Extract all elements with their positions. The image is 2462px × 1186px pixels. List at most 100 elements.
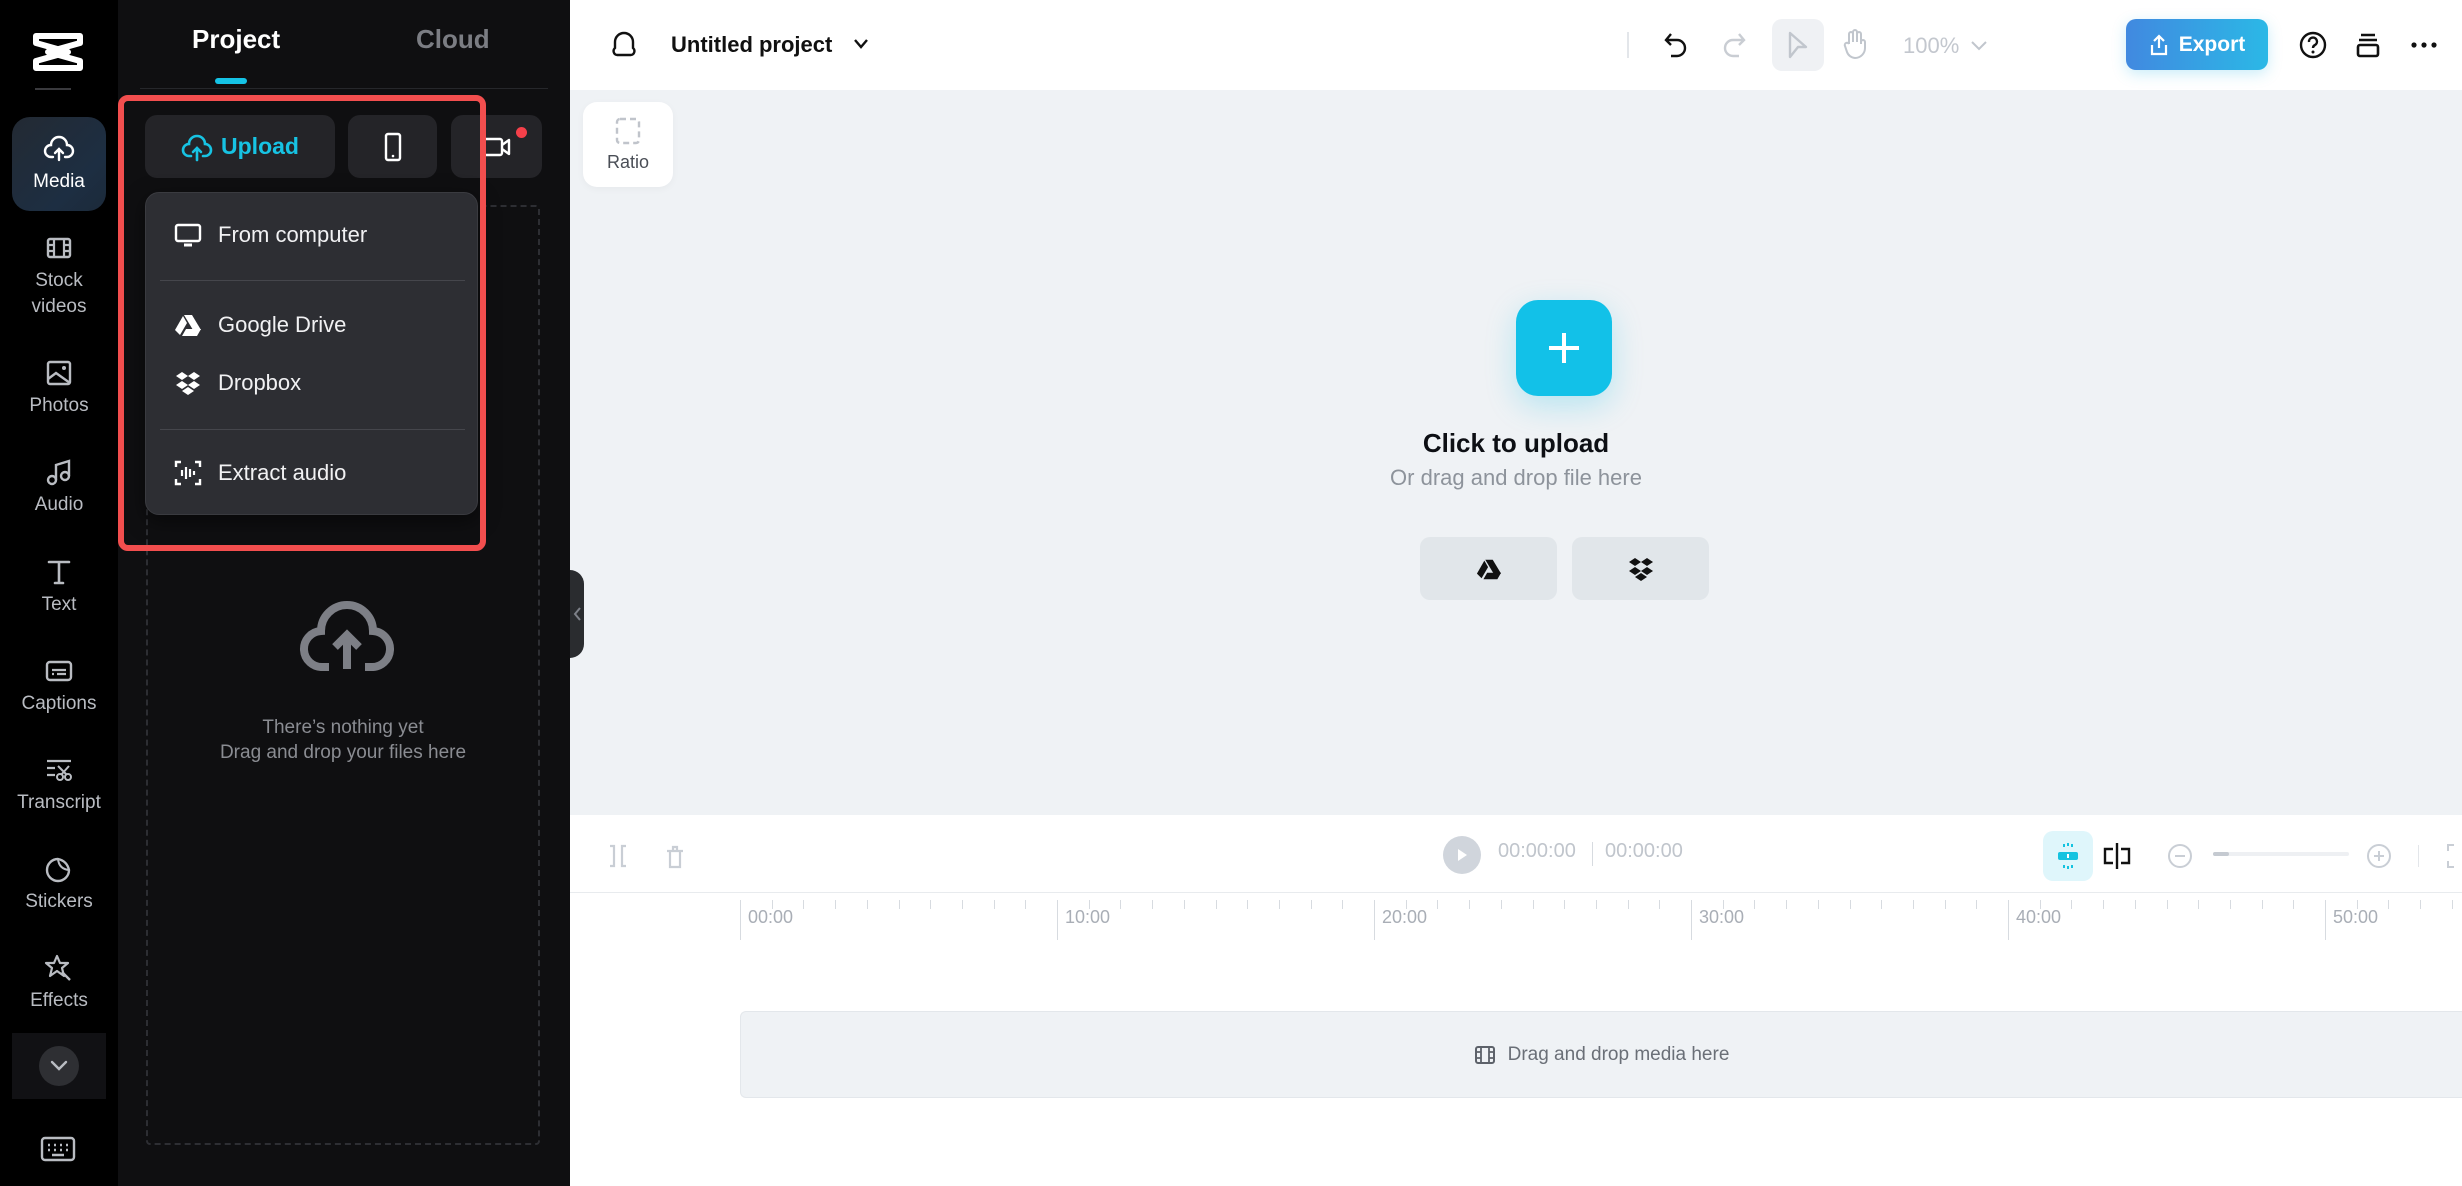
ruler-minor-tick — [2103, 900, 2105, 909]
layers-icon[interactable] — [2355, 30, 2381, 60]
pointer-icon — [1788, 31, 1808, 59]
menu-item-google-drive[interactable]: Google Drive — [146, 297, 477, 353]
help-icon[interactable] — [2298, 30, 2328, 60]
active-tab-indicator — [215, 78, 247, 84]
ruler-minor-tick — [1152, 900, 1154, 909]
ruler-minor-tick — [961, 900, 963, 909]
hand-tool-icon[interactable] — [1842, 28, 1868, 60]
google-drive-button[interactable] — [1420, 537, 1557, 600]
add-media-button[interactable] — [1516, 300, 1612, 396]
ruler-minor-tick — [2071, 900, 2073, 909]
rail-more-button[interactable] — [12, 1033, 106, 1099]
menu-item-from-computer[interactable]: From computer — [146, 207, 477, 263]
undo-icon[interactable] — [1663, 30, 1689, 60]
menu-item-extract-audio[interactable]: Extract audio — [146, 445, 477, 501]
rail-item-media[interactable]: Media — [12, 117, 106, 211]
split-clip-icon[interactable] — [2102, 841, 2132, 871]
rail-item-audio[interactable]: Audio — [12, 456, 106, 518]
cloud-save-icon[interactable] — [610, 31, 638, 59]
ruler-minor-tick — [2229, 900, 2231, 909]
dropbox-button[interactable] — [1572, 537, 1709, 600]
ruler-minor-tick — [1025, 900, 1027, 909]
chevron-down-icon[interactable] — [1970, 40, 1988, 52]
dropbox-icon — [176, 372, 200, 395]
upload-button[interactable]: Upload — [145, 115, 335, 178]
ruler-minor-tick — [1786, 900, 1788, 909]
toolbar-divider — [1627, 32, 1629, 58]
ruler-minor-tick — [2198, 900, 2200, 909]
rail-item-captions[interactable]: Captions — [12, 655, 106, 717]
rail-label: Text — [41, 594, 77, 615]
tab-project[interactable]: Project — [192, 24, 280, 55]
total-time: 00:00:00 — [1605, 840, 1683, 862]
rail-item-text[interactable]: Text — [12, 556, 106, 618]
rail-label: Transcript — [17, 792, 101, 813]
delete-icon[interactable] — [664, 843, 686, 871]
ruler-minor-tick — [1722, 900, 1724, 909]
ruler-label: 20:00 — [1382, 907, 1428, 927]
collapse-panel-handle[interactable] — [570, 570, 584, 658]
ruler-minor-tick — [1754, 900, 1756, 909]
phone-upload-button[interactable] — [348, 115, 437, 178]
ruler-label: 50:00 — [2333, 907, 2379, 927]
empty-state-hint: Drag and drop your files here — [219, 742, 467, 763]
ratio-button[interactable]: Ratio — [583, 102, 673, 187]
split-trim-icon[interactable] — [607, 843, 629, 869]
zoom-in-icon[interactable] — [2366, 843, 2392, 869]
rail-item-photos[interactable]: Photos — [12, 357, 106, 419]
ruler-minor-tick — [1817, 900, 1819, 909]
fullscreen-icon[interactable] — [2446, 843, 2462, 869]
cloud-upload-icon — [181, 134, 213, 161]
current-time: 00:00:00 — [1498, 840, 1576, 862]
cloud-upload-icon — [43, 135, 75, 162]
tab-divider — [140, 88, 548, 89]
redo-icon[interactable] — [1721, 30, 1747, 60]
rail-item-stock-videos[interactable]: Stock videos — [12, 232, 106, 320]
ruler-minor-tick — [835, 900, 837, 909]
rail-item-effects[interactable]: Effects — [12, 952, 106, 1014]
ruler-minor-tick — [993, 900, 995, 909]
rail-item-stickers[interactable]: Stickers — [12, 853, 106, 915]
menu-divider — [160, 429, 465, 430]
ruler-minor-tick — [1849, 900, 1851, 909]
preview-canvas: Ratio Click to upload Or drag and drop f… — [570, 90, 2462, 815]
select-tool-button[interactable] — [1772, 19, 1824, 71]
ruler-major-tick — [1057, 900, 1058, 940]
ruler-minor-tick — [866, 900, 868, 909]
rail-label: Stickers — [25, 891, 93, 912]
rail-label: Media — [33, 171, 85, 192]
captions-icon — [45, 660, 73, 682]
keyboard-icon[interactable] — [40, 1135, 76, 1163]
ruler-minor-tick — [1564, 900, 1566, 909]
play-icon — [1458, 849, 1467, 861]
project-title[interactable]: Untitled project — [671, 32, 832, 58]
ruler-minor-tick — [2261, 900, 2263, 909]
ruler-minor-tick — [1278, 900, 1280, 909]
rail-label: Stock videos — [31, 270, 87, 317]
zoom-level[interactable]: 100% — [1903, 33, 1959, 59]
ruler-minor-tick — [2451, 900, 2453, 909]
share-upload-icon — [2150, 33, 2167, 55]
capcut-logo-icon[interactable] — [30, 30, 86, 74]
timeline-zoom-slider[interactable] — [2213, 852, 2349, 856]
rail-item-transcript[interactable]: Transcript — [12, 754, 106, 816]
ruler-minor-tick — [1088, 900, 1090, 909]
ruler-minor-tick — [803, 900, 805, 909]
rail-label: Photos — [29, 395, 89, 416]
play-button[interactable] — [1443, 836, 1481, 874]
text-icon — [47, 560, 71, 585]
upload-title[interactable]: Click to upload — [570, 428, 2462, 459]
record-button[interactable] — [451, 115, 542, 178]
menu-item-dropbox[interactable]: Dropbox — [146, 355, 477, 411]
tab-cloud[interactable]: Cloud — [416, 24, 490, 55]
ruler-label: 10:00 — [1065, 907, 1111, 927]
more-options-icon[interactable] — [2410, 40, 2438, 50]
image-icon — [46, 360, 72, 386]
ruler-minor-tick — [1595, 900, 1597, 909]
main-track-dropzone[interactable]: Drag and drop media here — [740, 1011, 2462, 1098]
magnet-snap-button[interactable] — [2043, 831, 2093, 881]
chevron-down-icon[interactable] — [853, 38, 869, 50]
transcript-icon — [47, 759, 72, 781]
export-button[interactable]: Export — [2126, 19, 2268, 70]
zoom-out-icon[interactable] — [2167, 843, 2193, 869]
